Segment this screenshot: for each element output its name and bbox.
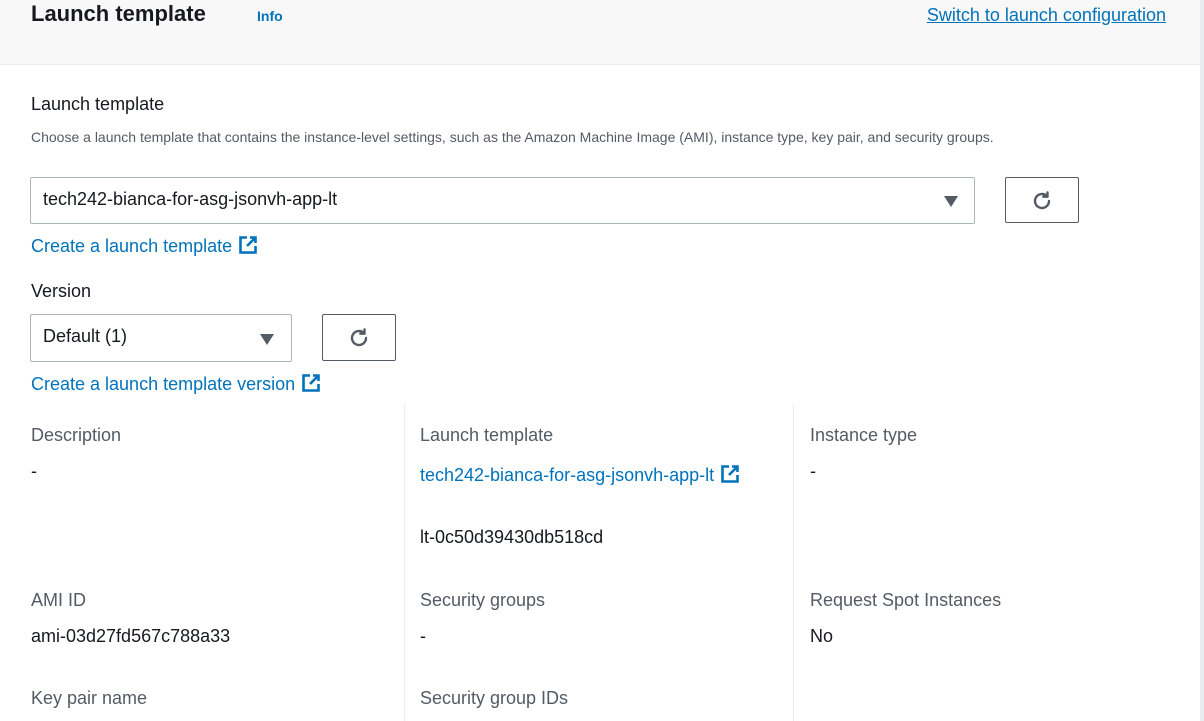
instance-type-value: - — [810, 461, 816, 481]
key-pair-name-key: Key pair name — [31, 688, 148, 708]
refresh-launch-templates-button[interactable] — [1005, 177, 1079, 223]
create-launch-template-link[interactable]: Create a launch template — [31, 235, 258, 257]
description-value: - — [31, 461, 37, 481]
switch-to-launch-configuration-link[interactable]: Switch to launch configuration — [927, 5, 1166, 26]
description-key: Description — [31, 425, 122, 445]
external-link-icon — [239, 236, 257, 254]
launch-template-key: Launch template — [420, 425, 554, 445]
version-select[interactable]: Default (1) — [30, 314, 292, 362]
create-launch-template-link-label: Create a launch template — [31, 236, 233, 256]
request-spot-instances-value: No — [810, 626, 834, 646]
launch-template-label: Launch template — [31, 94, 165, 114]
column-divider — [793, 404, 794, 721]
version-label: Version — [31, 281, 92, 301]
caret-down-icon — [944, 196, 958, 207]
external-link-icon — [302, 374, 320, 392]
create-launch-template-version-link[interactable]: Create a launch template version — [31, 373, 321, 395]
launch-template-detail-link[interactable]: tech242-bianca-for-asg-jsonvh-app-lt — [420, 458, 780, 492]
launch-template-select[interactable]: tech242-bianca-for-asg-jsonvh-app-lt — [30, 177, 975, 224]
refresh-icon — [350, 328, 368, 347]
launch-template-select-value: tech242-bianca-for-asg-jsonvh-app-lt — [43, 189, 338, 209]
launch-template-description: Choose a launch template that contains t… — [31, 129, 994, 145]
column-divider — [404, 404, 405, 721]
info-link[interactable]: Info — [257, 8, 283, 24]
security-group-ids-key: Security group IDs — [420, 688, 569, 708]
launch-template-id-value: lt-0c50d39430db518cd — [420, 527, 604, 547]
ami-id-key: AMI ID — [31, 590, 87, 610]
caret-down-icon — [260, 334, 274, 345]
panel-border — [1200, 0, 1204, 721]
request-spot-instances-key: Request Spot Instances — [810, 590, 1002, 610]
security-groups-key: Security groups — [420, 590, 546, 610]
refresh-icon — [1033, 191, 1051, 210]
ami-id-value: ami-03d27fd567c788a33 — [31, 626, 231, 646]
instance-type-key: Instance type — [810, 425, 918, 445]
external-link-icon — [721, 465, 739, 483]
container-header: Launch template Info Switch to launch co… — [0, 0, 1200, 65]
page-title: Launch template — [31, 1, 206, 26]
security-groups-value: - — [420, 626, 426, 646]
create-launch-template-version-link-label: Create a launch template version — [31, 374, 296, 394]
refresh-versions-button[interactable] — [322, 314, 396, 361]
version-select-value: Default (1) — [43, 326, 128, 346]
launch-template-detail-link-label: tech242-bianca-for-asg-jsonvh-app-lt — [420, 465, 715, 485]
